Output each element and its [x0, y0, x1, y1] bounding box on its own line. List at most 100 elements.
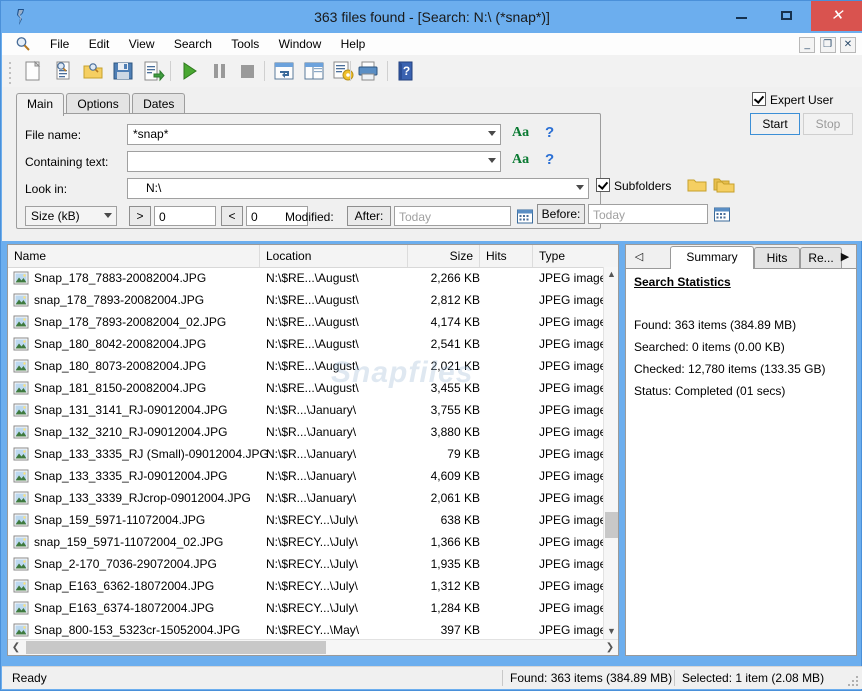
row-size: 1,284 KB	[430, 601, 480, 615]
column-header-name[interactable]: Name	[8, 245, 260, 267]
column-header-type[interactable]: Type	[533, 245, 618, 267]
print-button[interactable]	[356, 59, 380, 83]
horizontal-scroll-thumb[interactable]	[26, 641, 326, 654]
toolbar-grip[interactable]	[9, 62, 12, 84]
size-unit-select[interactable]: Size (kB)	[25, 206, 117, 226]
tabs-prev-button[interactable]: ◁	[631, 249, 647, 265]
table-row[interactable]: Snap_178_7893-20082004_02.JPG N:\$RE...\A…	[8, 311, 603, 333]
table-row[interactable]: Snap_131_3141_RJ-09012004.JPG N:\$R...\Ja…	[8, 399, 603, 421]
open-folder-button[interactable]	[81, 59, 105, 83]
stop-button[interactable]	[235, 59, 259, 83]
scroll-down-icon[interactable]: ▼	[604, 624, 619, 639]
table-row[interactable]: Snap_E163_6374-18072004.JPG N:\$RECY...\J…	[8, 597, 603, 619]
options-button[interactable]	[331, 59, 355, 83]
column-header-location[interactable]: Location	[260, 245, 408, 267]
subfolders-checkbox[interactable]: Subfolders	[596, 178, 671, 193]
row-name: Snap_E163_6362-18072004.JPG	[34, 579, 215, 593]
tab-main[interactable]: Main	[16, 93, 65, 116]
tab-hits[interactable]: Hits	[754, 247, 800, 268]
view-split-button[interactable]	[302, 59, 326, 83]
scroll-right-icon[interactable]: ❯	[602, 640, 618, 655]
mdi-close-button[interactable]: ✕	[840, 37, 856, 53]
results-horizontal-scrollbar[interactable]: ❮ ❯	[8, 639, 618, 655]
table-row[interactable]: Snap_159_5971-11072004.JPG N:\$RECY...\Ju…	[8, 509, 603, 531]
pause-button[interactable]	[207, 59, 231, 83]
save-button[interactable]	[111, 59, 135, 83]
view-list-button[interactable]	[272, 59, 296, 83]
table-row[interactable]: Snap_133_3335_RJ (Small)-09012004.JPG N:\…	[8, 443, 603, 465]
tabs-next-button[interactable]: ▶	[837, 249, 853, 265]
minimize-button[interactable]	[720, 1, 762, 31]
table-row[interactable]: Snap_180_8073-20082004.JPG N:\$RE...\Augu…	[8, 355, 603, 377]
start-button[interactable]	[177, 59, 201, 83]
browse-folders-button[interactable]	[713, 176, 735, 197]
table-row[interactable]: snap_159_5971-11072004_02.JPG N:\$RECY...…	[8, 531, 603, 553]
menu-help[interactable]: Help	[333, 33, 374, 55]
table-row[interactable]: Snap_2-170_7036-29072004.JPG N:\$RECY...\…	[8, 553, 603, 575]
tab-summary[interactable]: Summary	[670, 246, 754, 269]
scroll-up-icon[interactable]: ▲	[604, 267, 619, 282]
expert-user-checkbox[interactable]: Expert User	[752, 92, 833, 107]
menu-edit[interactable]: Edit	[81, 33, 118, 55]
size-greater-button[interactable]: >	[129, 206, 151, 226]
before-date-input[interactable]: Today	[588, 204, 708, 224]
mdi-minimize-button[interactable]: _	[799, 37, 816, 53]
open-search-button[interactable]	[51, 59, 75, 83]
file-name-help-icon[interactable]: ?	[545, 124, 554, 141]
after-calendar-icon[interactable]	[516, 207, 534, 228]
table-row[interactable]: snap_178_7893-20082004.JPG N:\$RE...\Augu…	[8, 289, 603, 311]
stop-search-button[interactable]: Stop	[803, 113, 853, 135]
close-button[interactable]: ✕	[811, 1, 862, 31]
size-greater-input[interactable]: 0	[154, 206, 216, 226]
row-location: N:\$R...\January\	[266, 469, 357, 483]
table-row[interactable]: Snap_133_3335_RJ-09012004.JPG N:\$R...\Ja…	[8, 465, 603, 487]
row-type: JPEG image	[539, 293, 603, 307]
row-type: JPEG image	[539, 623, 603, 637]
new-search-button[interactable]	[21, 59, 45, 83]
before-button[interactable]: Before:	[537, 204, 585, 224]
file-name-case-icon[interactable]: Aa	[512, 125, 529, 141]
table-row[interactable]: Snap_181_8150-20082004.JPG N:\$RE...\Augu…	[8, 377, 603, 399]
browse-folder-button[interactable]	[687, 176, 707, 197]
menu-window[interactable]: Window	[271, 33, 330, 55]
containing-text-help-icon[interactable]: ?	[545, 151, 554, 168]
menu-file[interactable]: File	[42, 33, 77, 55]
scroll-left-icon[interactable]: ❮	[8, 640, 24, 655]
table-row[interactable]: Snap_800-153_5323cr-15052004.JPG N:\$RECY…	[8, 619, 603, 639]
column-header-hits[interactable]: Hits	[480, 245, 533, 267]
table-row[interactable]: Snap_178_7883-20082004.JPG N:\$RE...\Augu…	[8, 267, 603, 289]
help-button[interactable]: ?	[394, 59, 418, 83]
menu-view[interactable]: View	[121, 33, 163, 55]
table-row[interactable]: Snap_132_3210_RJ-09012004.JPG N:\$R...\Ja…	[8, 421, 603, 443]
after-button[interactable]: After:	[347, 206, 391, 226]
look-in-input[interactable]: N:\	[127, 178, 589, 199]
size-less-button[interactable]: <	[221, 206, 243, 226]
containing-text-case-icon[interactable]: Aa	[512, 152, 529, 168]
before-calendar-icon[interactable]	[713, 205, 731, 226]
column-header-size[interactable]: Size	[408, 245, 480, 267]
menu-bar: File Edit View Search Tools Window Help …	[2, 33, 862, 56]
tab-dates[interactable]: Dates	[132, 93, 186, 115]
start-search-button[interactable]: Start	[750, 113, 800, 135]
file-name-input[interactable]: *snap*	[127, 124, 501, 145]
menu-search[interactable]: Search	[166, 33, 220, 55]
image-file-icon	[13, 358, 29, 374]
table-row[interactable]: Snap_E163_6362-18072004.JPG N:\$RECY...\J…	[8, 575, 603, 597]
table-row[interactable]: Snap_180_8042-20082004.JPG N:\$RE...\Augu…	[8, 333, 603, 355]
containing-text-input[interactable]	[127, 151, 501, 172]
row-name: Snap_131_3141_RJ-09012004.JPG	[34, 403, 228, 417]
tab-options[interactable]: Options	[66, 93, 130, 115]
results-vertical-scrollbar[interactable]: ▲ ▼	[603, 267, 618, 639]
row-name: Snap_133_3335_RJ-09012004.JPG	[34, 469, 228, 483]
vertical-scroll-thumb[interactable]	[605, 512, 618, 538]
mdi-restore-button[interactable]: ❐	[819, 37, 836, 53]
table-row[interactable]: Snap_133_3339_RJcrop-09012004.JPG N:\$R..…	[8, 487, 603, 509]
row-location: N:\$RECY...\July\	[266, 513, 358, 527]
resize-grip[interactable]	[848, 676, 858, 686]
status-selected: Selected: 1 item (2.08 MB)	[682, 671, 825, 685]
export-button[interactable]	[141, 59, 165, 83]
maximize-button[interactable]	[766, 1, 808, 31]
menu-tools[interactable]: Tools	[223, 33, 267, 55]
tab-results[interactable]: Re...	[800, 247, 842, 268]
after-date-input[interactable]: Today	[394, 206, 511, 226]
